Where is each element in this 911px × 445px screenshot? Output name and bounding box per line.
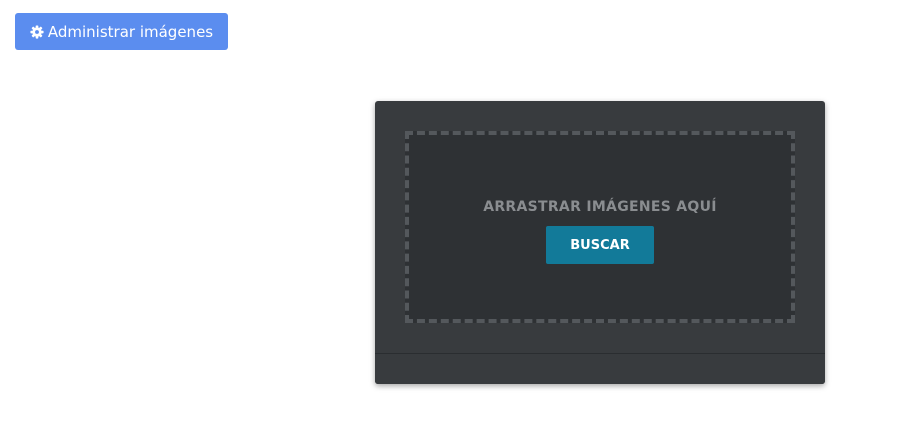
- dropzone-text: ARRASTRAR IMÁGENES AQUÍ: [483, 199, 717, 215]
- panel-footer: [375, 353, 825, 384]
- search-button[interactable]: BUSCAR: [546, 226, 654, 264]
- image-upload-panel: ARRASTRAR IMÁGENES AQUÍ BUSCAR: [375, 101, 825, 384]
- page: Administrar imágenes ARRASTRAR IMÁGENES …: [0, 0, 911, 445]
- image-dropzone[interactable]: ARRASTRAR IMÁGENES AQUÍ BUSCAR: [405, 131, 795, 323]
- manage-images-button[interactable]: Administrar imágenes: [15, 13, 228, 50]
- manage-images-label: Administrar imágenes: [47, 22, 214, 41]
- gear-icon: [30, 24, 44, 39]
